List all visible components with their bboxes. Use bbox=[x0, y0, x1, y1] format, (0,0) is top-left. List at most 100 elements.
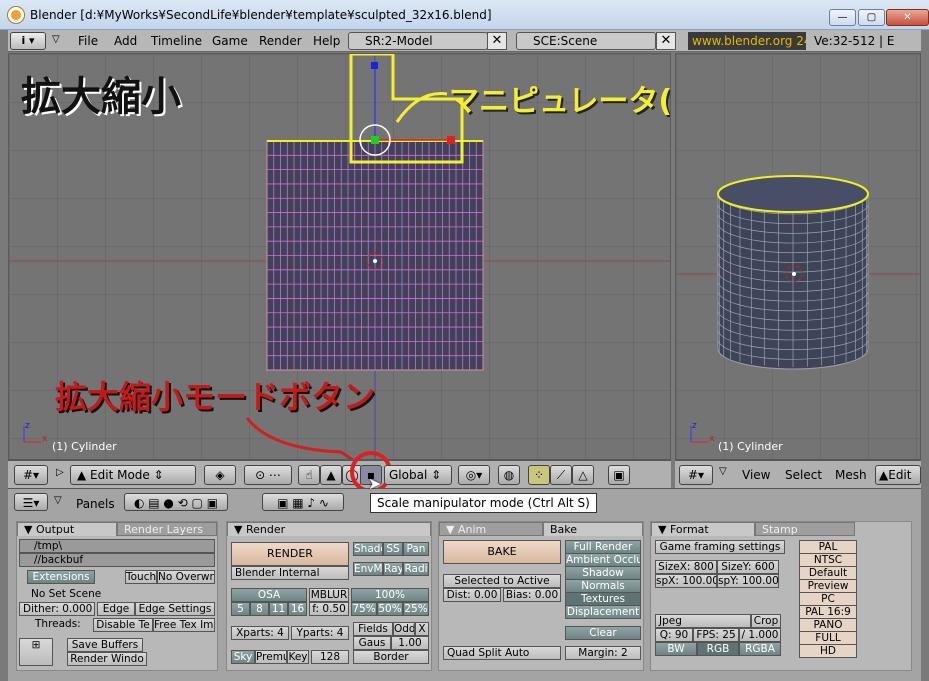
info-window-type-button[interactable]: i ▾ bbox=[10, 32, 46, 50]
render-layers-tab[interactable]: Render Layers bbox=[117, 522, 217, 536]
buttons-editor-type[interactable]: ☰▾ bbox=[14, 493, 48, 511]
osa-11-button[interactable]: 11 bbox=[269, 602, 288, 616]
key-toggle[interactable]: Key bbox=[287, 650, 309, 664]
preset-full[interactable]: FULL bbox=[799, 631, 857, 645]
bake-textures[interactable]: Textures bbox=[565, 592, 641, 606]
size-y-field[interactable]: SizeY: 600 bbox=[717, 560, 779, 574]
render-tab[interactable]: ▼ Render bbox=[227, 522, 431, 536]
bake-bias-field[interactable]: Bias: 0.00 bbox=[503, 588, 561, 602]
bake-normals[interactable]: Normals bbox=[565, 579, 641, 593]
osa-toggle[interactable]: OSA bbox=[231, 588, 307, 602]
fields-toggle[interactable]: Fields bbox=[353, 622, 393, 636]
game-framing-button[interactable]: Game framing settings bbox=[655, 540, 785, 554]
preset-default[interactable]: Default bbox=[799, 566, 857, 580]
preset-hd[interactable]: HD bbox=[799, 644, 857, 658]
rgb-button[interactable]: RGB bbox=[697, 642, 739, 656]
proportional-edit-button[interactable]: ◍ bbox=[498, 465, 520, 485]
aspect-x-field[interactable]: spX: 100.00 bbox=[655, 574, 717, 588]
rgba-button[interactable]: RGBA bbox=[739, 642, 781, 656]
scene-delete-button[interactable]: ✕ bbox=[656, 32, 676, 50]
pan-toggle[interactable]: Pan bbox=[403, 542, 429, 556]
size-100-button[interactable]: 100% bbox=[351, 588, 429, 602]
backbuf-path-field[interactable]: //backbuf bbox=[19, 553, 215, 567]
screen-select[interactable]: SR:2-Model bbox=[348, 32, 488, 50]
draw-type-select[interactable]: ◈ bbox=[204, 465, 236, 485]
aspect-y-field[interactable]: spY: 100.00 bbox=[717, 574, 779, 588]
side-3d-viewport[interactable]: z x (1) Cylinder bbox=[675, 53, 921, 460]
output-tab[interactable]: ▼ Output bbox=[17, 522, 117, 536]
bake-dist-field[interactable]: Dist: 0.00 bbox=[443, 588, 501, 602]
preset-pano[interactable]: PANO bbox=[799, 618, 857, 632]
mode-select[interactable]: ▲ Edit Mode ⇕ bbox=[70, 465, 196, 485]
dispwin-grid-icon[interactable]: ⊞ bbox=[19, 638, 53, 666]
side-collapse-icon[interactable]: ▽ bbox=[719, 466, 727, 477]
face-select-mode-button[interactable]: △ bbox=[572, 465, 594, 485]
vertex-select-mode-button[interactable]: ⁘ bbox=[528, 465, 550, 485]
menu-timeline[interactable]: Timeline bbox=[151, 34, 202, 48]
bake-margin-field[interactable]: Margin: 2 bbox=[565, 646, 641, 660]
osa-5-button[interactable]: 5 bbox=[231, 602, 250, 616]
header-expand-icon[interactable]: ▷ bbox=[56, 467, 64, 478]
no-overwrite-button[interactable]: No Overwri bbox=[157, 570, 215, 584]
odd-toggle[interactable]: Odd bbox=[393, 622, 415, 636]
radio-toggle[interactable]: Radi bbox=[403, 562, 429, 576]
bake-ambient-occlusion[interactable]: Ambient Occlus bbox=[565, 553, 641, 567]
menu-add[interactable]: Add bbox=[114, 34, 137, 48]
disable-tex-button[interactable]: Disable Te bbox=[93, 618, 153, 632]
scene-select[interactable]: SCE:Scene bbox=[516, 32, 656, 50]
editor-type-button[interactable]: #▾ bbox=[14, 465, 48, 485]
mblur-toggle[interactable]: MBLUR bbox=[309, 588, 349, 602]
preset-preview[interactable]: Preview bbox=[799, 579, 857, 593]
x-toggle[interactable]: X bbox=[415, 622, 429, 636]
maximize-button[interactable]: ▢ bbox=[858, 9, 885, 26]
bake-shadow[interactable]: Shadow bbox=[565, 566, 641, 580]
bw-button[interactable]: BW bbox=[655, 642, 697, 656]
ray-toggle[interactable]: Ray bbox=[383, 562, 403, 576]
stamp-tab[interactable]: Stamp bbox=[755, 522, 855, 536]
envmap-toggle[interactable]: EnvM bbox=[353, 562, 383, 576]
extensions-button[interactable]: Extensions bbox=[27, 570, 95, 584]
preset-pc[interactable]: PC bbox=[799, 592, 857, 606]
bake-clear-button[interactable]: Clear bbox=[565, 626, 641, 640]
crop-toggle[interactable]: Crop bbox=[751, 614, 781, 628]
free-tex-images-button[interactable]: Free Tex Ima bbox=[153, 618, 215, 632]
xparts-field[interactable]: Xparts: 4 bbox=[231, 626, 289, 640]
ss-toggle[interactable]: SS bbox=[383, 542, 403, 556]
edge-settings-button[interactable]: Edge Settings bbox=[135, 602, 215, 616]
minimize-button[interactable]: — bbox=[829, 9, 856, 26]
render-engine-select[interactable]: Blender Internal bbox=[231, 566, 349, 580]
size-x-field[interactable]: SizeX: 800 bbox=[655, 560, 717, 574]
no-set-scene-label[interactable]: No Set Scene bbox=[31, 588, 101, 600]
preset-ntsc[interactable]: NTSC bbox=[799, 553, 857, 567]
filter-size-field[interactable]: 1.00 bbox=[391, 636, 429, 650]
side-menu-view[interactable]: View bbox=[742, 468, 770, 482]
osa-8-button[interactable]: 8 bbox=[250, 602, 269, 616]
filter-gaus-select[interactable]: Gaus bbox=[353, 636, 391, 650]
shadow-toggle[interactable]: Shado bbox=[353, 542, 383, 556]
snap-target-select[interactable]: ◎▾ bbox=[458, 465, 490, 485]
render-button[interactable]: RENDER bbox=[231, 542, 349, 566]
selected-to-active-toggle[interactable]: Selected to Active bbox=[443, 574, 561, 588]
context-buttons[interactable]: ◐ ▤ ● ⟲ ▢ ▣ bbox=[124, 493, 228, 511]
blender-version-link[interactable]: www.blender.org 248.1 bbox=[688, 32, 806, 50]
menu-file[interactable]: File bbox=[78, 34, 98, 48]
fps-field[interactable]: FPS: 25 bbox=[693, 628, 739, 642]
sky-toggle[interactable]: Sky bbox=[231, 650, 255, 664]
size-25-button[interactable]: 25% bbox=[403, 602, 429, 616]
edge-button[interactable]: Edge bbox=[97, 602, 135, 616]
scene-sub-buttons[interactable]: ▣ ▦ ♪ ∿ bbox=[262, 493, 344, 511]
side-menu-mesh[interactable]: Mesh bbox=[835, 468, 867, 482]
menu-render[interactable]: Render bbox=[259, 34, 302, 48]
bake-full-render[interactable]: Full Render bbox=[565, 540, 641, 554]
save-buffers-button[interactable]: Save Buffers bbox=[67, 638, 143, 652]
osa-16-button[interactable]: 16 bbox=[288, 602, 307, 616]
file-format-select[interactable]: Jpeg bbox=[655, 614, 751, 628]
bake-tab[interactable]: Bake bbox=[543, 522, 643, 536]
fps-base-field[interactable]: / 1.000 bbox=[739, 628, 781, 642]
menu-help[interactable]: Help bbox=[313, 34, 340, 48]
dither-field[interactable]: Dither: 0.000 bbox=[19, 602, 95, 616]
bits-select[interactable]: 128 bbox=[311, 650, 349, 664]
premul-toggle[interactable]: Premu bbox=[255, 650, 287, 664]
preset-pal[interactable]: PAL bbox=[799, 540, 857, 554]
preset-pal169[interactable]: PAL 16:9 bbox=[799, 605, 857, 619]
